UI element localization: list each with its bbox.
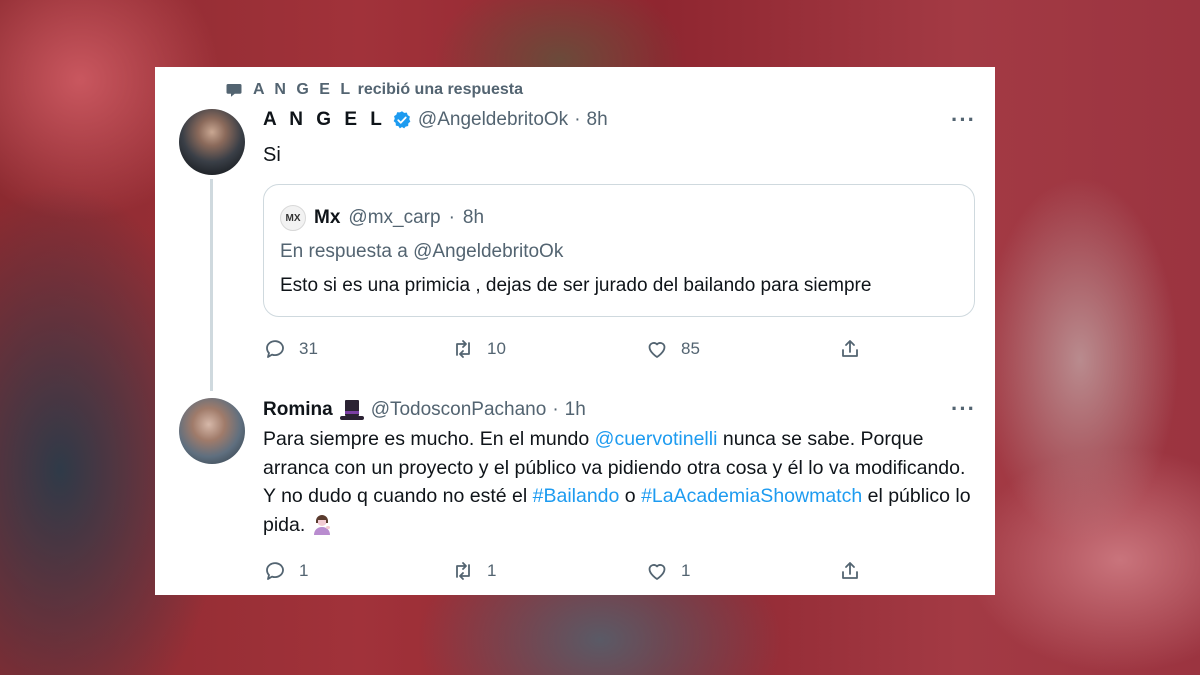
share-icon	[842, 562, 858, 579]
tweet2-text: Para siempre es mucho. En el mundo @cuer…	[263, 425, 975, 539]
tweet2-more-icon[interactable]: ···	[951, 396, 976, 422]
reply-count: 1	[299, 561, 309, 580]
verified-badge-icon	[393, 111, 411, 129]
share-button[interactable]	[838, 337, 862, 361]
thread-connector-line	[210, 179, 213, 391]
reply-button[interactable]: 1	[263, 559, 308, 583]
like-icon	[648, 342, 666, 358]
tweet1-time[interactable]: 8h	[587, 109, 608, 131]
share-button[interactable]	[838, 559, 862, 583]
tweet2-text-part1: Para siempre es mucho. En el mundo	[263, 428, 595, 450]
quoted-reply-to: En respuesta a @AngeldebritoOk	[280, 241, 564, 262]
like-button[interactable]: 85	[645, 337, 700, 361]
retweet-count: 1	[487, 561, 497, 580]
like-icon	[648, 564, 666, 580]
tweet2-text-part3: o	[619, 485, 642, 507]
top-hat-emoji	[339, 400, 364, 420]
tweet1-handle[interactable]: @AngeldebritoOk	[418, 109, 568, 131]
quoted-time: 8h	[462, 207, 485, 228]
hashtag-bailando-link[interactable]: #Bailando	[533, 485, 620, 507]
quoted-dot: ·	[448, 207, 455, 228]
tweet-thread-card: A N G E L recibió una respuesta A N G E …	[155, 67, 995, 595]
mention-link[interactable]: @cuervotinelli	[595, 428, 718, 450]
share-icon	[842, 340, 858, 357]
tweet1-more-icon[interactable]: ···	[951, 107, 976, 133]
tweet1-actions: 31 10 85	[263, 337, 863, 363]
tweet2-actions: 1 1 1	[263, 559, 863, 585]
tweet1-display-name[interactable]: A N G E L	[263, 109, 386, 131]
tweet1-text: Si	[263, 144, 281, 166]
reply-icon	[266, 340, 284, 358]
tweet2-dot: ·	[552, 399, 559, 420]
like-count: 1	[681, 561, 691, 580]
hashtag-laacademia-link[interactable]: #LaAcademiaShowmatch	[641, 485, 862, 507]
context-text: recibió una respuesta	[357, 81, 524, 98]
like-count: 85	[681, 339, 700, 358]
like-button[interactable]: 1	[645, 559, 690, 583]
tweet2-display-name[interactable]: Romina	[263, 399, 333, 421]
retweet-icon	[456, 562, 470, 580]
tweet2-handle[interactable]: @TodosconPachano	[371, 399, 547, 421]
retweet-count: 10	[487, 339, 506, 358]
quoted-tweet-header: MX Mx @mx_carp · 8h	[280, 205, 484, 231]
reply-button[interactable]: 31	[263, 337, 318, 361]
avatar-romina[interactable]	[179, 398, 245, 464]
speech-bubble-icon	[226, 84, 242, 97]
quoted-handle: @mx_carp	[348, 207, 441, 228]
reply-count: 31	[299, 339, 318, 358]
social-context: A N G E L recibió una respuesta	[225, 79, 523, 101]
tweet2-header: Romina @TodosconPachano · 1h	[263, 398, 586, 422]
context-name[interactable]: A N G E L	[253, 81, 353, 98]
retweet-button[interactable]: 1	[451, 559, 496, 583]
tweet1-dot: ·	[574, 109, 581, 130]
quoted-display-name: Mx	[314, 207, 341, 228]
quoted-text: Esto si es una primicia , dejas de ser j…	[280, 275, 872, 296]
reply-icon	[266, 562, 284, 580]
quoted-avatar: MX	[280, 205, 306, 231]
quoted-tweet[interactable]: MX Mx @mx_carp · 8h En respuesta a @Ange…	[263, 184, 975, 317]
woman-tipping-hand-emoji	[313, 514, 330, 535]
tweet1-header: A N G E L @AngeldebritoOk · 8h	[263, 109, 608, 131]
retweet-button[interactable]: 10	[451, 337, 506, 361]
tweet2-time[interactable]: 1h	[565, 399, 586, 421]
avatar-angel[interactable]	[179, 109, 245, 175]
retweet-icon	[456, 340, 470, 358]
